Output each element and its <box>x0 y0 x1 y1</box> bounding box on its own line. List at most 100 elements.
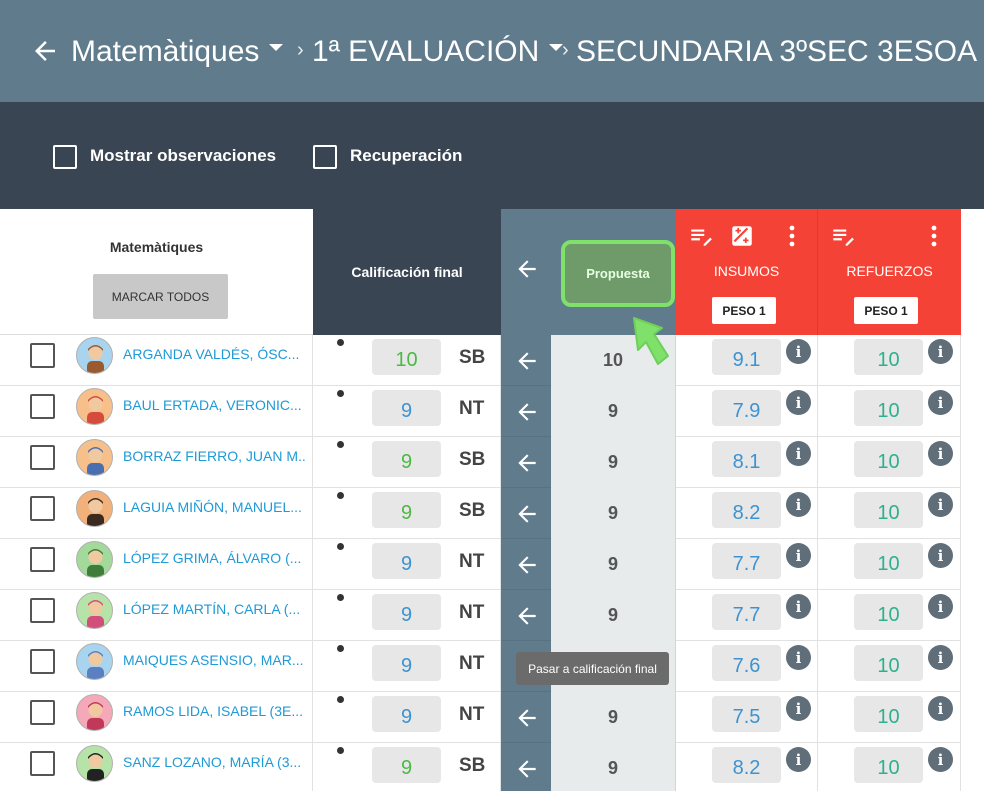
info-icon[interactable]: i <box>786 594 811 619</box>
final-grade-input[interactable]: 9 <box>372 594 441 630</box>
refuerzos-grade-input[interactable]: 10 <box>854 696 923 732</box>
insumos-grade-input[interactable]: 7.7 <box>712 594 781 630</box>
final-grade-cell: 9 NT <box>313 539 501 590</box>
insumos-grade-input[interactable]: 8.2 <box>712 747 781 783</box>
info-icon[interactable]: i <box>928 390 953 415</box>
info-icon[interactable]: i <box>786 696 811 721</box>
info-icon[interactable]: i <box>928 339 953 364</box>
info-icon[interactable]: i <box>786 543 811 568</box>
table-row: LAGUIA MIÑÓN, MANUEL... 9 SB 9 8.2 i 10 … <box>0 488 961 539</box>
transfer-grade-button[interactable] <box>501 539 551 590</box>
refuerzos-grade-input[interactable]: 10 <box>854 390 923 426</box>
transfer-grade-button[interactable] <box>501 386 551 437</box>
refuerzos-grade-input[interactable]: 10 <box>854 492 923 528</box>
insumos-grade-input[interactable]: 8.2 <box>712 492 781 528</box>
subject-dropdown[interactable]: Matemàtiques <box>71 32 284 72</box>
avatar <box>76 490 113 527</box>
mark-all-button[interactable]: MARCAR TODOS <box>93 274 228 319</box>
row-checkbox[interactable] <box>30 496 55 521</box>
student-name-link[interactable]: ARGANDA VALDÉS, ÓSC... <box>123 346 305 362</box>
more-vert-icon[interactable] <box>922 223 946 249</box>
final-grade-input[interactable]: 9 <box>372 390 441 426</box>
qualification-label: SB <box>459 755 486 776</box>
final-grade-cell: 9 NT <box>313 386 501 437</box>
row-checkbox[interactable] <box>30 394 55 419</box>
refuerzos-grade-input[interactable]: 10 <box>854 441 923 477</box>
student-name-link[interactable]: LAGUIA MIÑÓN, MANUEL... <box>123 499 305 515</box>
final-grade-input[interactable]: 10 <box>372 339 441 375</box>
proposal-button[interactable]: Propuesta <box>561 240 675 307</box>
info-icon[interactable]: i <box>928 645 953 670</box>
student-name-link[interactable]: MAIQUES ASENSIO, MAR... <box>123 652 305 668</box>
student-name-link[interactable]: LÓPEZ MARTÍN, CARLA (... <box>123 601 305 617</box>
transfer-grade-button[interactable] <box>501 437 551 488</box>
transfer-grade-button[interactable] <box>501 488 551 539</box>
info-icon[interactable]: i <box>928 543 953 568</box>
show-observations-checkbox[interactable] <box>53 145 77 169</box>
final-grade-input[interactable]: 9 <box>372 696 441 732</box>
chevron-down-icon <box>269 43 284 51</box>
info-icon[interactable]: i <box>928 441 953 466</box>
insumos-grade-input[interactable]: 7.9 <box>712 390 781 426</box>
final-grade-input[interactable]: 9 <box>372 441 441 477</box>
more-vert-icon[interactable] <box>780 223 804 249</box>
avatar <box>76 439 113 476</box>
recovery-checkbox[interactable] <box>313 145 337 169</box>
back-arrow-icon[interactable] <box>30 36 60 66</box>
insumos-grade-input[interactable]: 9.1 <box>712 339 781 375</box>
info-icon[interactable]: i <box>786 441 811 466</box>
info-icon[interactable]: i <box>928 594 953 619</box>
evaluation-dropdown[interactable]: 1ª EVALUACIÓN <box>312 32 564 72</box>
avatar <box>76 694 113 731</box>
insumos-weight[interactable]: PESO 1 <box>712 297 776 324</box>
table-row: LÓPEZ GRIMA, ÁLVARO (... 9 NT 9 7.7 i 10… <box>0 539 961 590</box>
arrow-left-icon <box>518 709 536 727</box>
insumos-grade-input[interactable]: 7.6 <box>712 645 781 681</box>
refuerzos-grade-input[interactable]: 10 <box>854 594 923 630</box>
row-checkbox[interactable] <box>30 751 55 776</box>
qualification-label: NT <box>459 551 485 572</box>
info-icon[interactable]: i <box>928 696 953 721</box>
final-grade-input[interactable]: 9 <box>372 543 441 579</box>
edit-list-icon[interactable] <box>688 223 714 249</box>
info-icon[interactable]: i <box>786 645 811 670</box>
transfer-grade-button[interactable] <box>501 335 551 386</box>
transfer-all-button[interactable] <box>501 209 551 335</box>
refuerzos-grade-input[interactable]: 10 <box>854 543 923 579</box>
arrow-left-icon <box>518 505 536 523</box>
info-icon[interactable]: i <box>786 747 811 772</box>
calculator-icon[interactable] <box>729 223 755 249</box>
refuerzos-grade-input[interactable]: 10 <box>854 339 923 375</box>
edit-list-icon[interactable] <box>830 223 856 249</box>
row-checkbox[interactable] <box>30 343 55 368</box>
final-grade-input[interactable]: 9 <box>372 747 441 783</box>
transfer-grade-button[interactable] <box>501 692 551 743</box>
insumos-grade-input[interactable]: 7.5 <box>712 696 781 732</box>
refuerzos-grade-input[interactable]: 10 <box>854 747 923 783</box>
row-checkbox[interactable] <box>30 700 55 725</box>
refuerzos-grade-input[interactable]: 10 <box>854 645 923 681</box>
row-checkbox[interactable] <box>30 598 55 623</box>
student-name-link[interactable]: BORRAZ FIERRO, JUAN M... <box>123 448 305 464</box>
row-checkbox[interactable] <box>30 649 55 674</box>
pointer-arrow-icon <box>633 317 669 365</box>
info-icon[interactable]: i <box>786 492 811 517</box>
insumos-grade-input[interactable]: 7.7 <box>712 543 781 579</box>
refuerzos-weight[interactable]: PESO 1 <box>854 297 918 324</box>
student-name-link[interactable]: BAUL ERTADA, VERONIC... <box>123 397 305 413</box>
info-icon[interactable]: i <box>786 339 811 364</box>
info-icon[interactable]: i <box>928 747 953 772</box>
group-dropdown[interactable]: SECUNDARIA 3ºSEC 3ESOA <box>576 32 984 72</box>
info-icon[interactable]: i <box>786 390 811 415</box>
final-grade-input[interactable]: 9 <box>372 645 441 681</box>
student-name-link[interactable]: LÓPEZ GRIMA, ÁLVARO (... <box>123 550 305 566</box>
insumos-grade-input[interactable]: 8.1 <box>712 441 781 477</box>
final-grade-input[interactable]: 9 <box>372 492 441 528</box>
student-name-link[interactable]: RAMOS LIDA, ISABEL (3E... <box>123 703 305 719</box>
transfer-grade-button[interactable] <box>501 590 551 641</box>
student-name-link[interactable]: SANZ LOZANO, MARÍA (3... <box>123 754 305 770</box>
info-icon[interactable]: i <box>928 492 953 517</box>
transfer-grade-button[interactable] <box>501 743 551 791</box>
row-checkbox[interactable] <box>30 547 55 572</box>
row-checkbox[interactable] <box>30 445 55 470</box>
